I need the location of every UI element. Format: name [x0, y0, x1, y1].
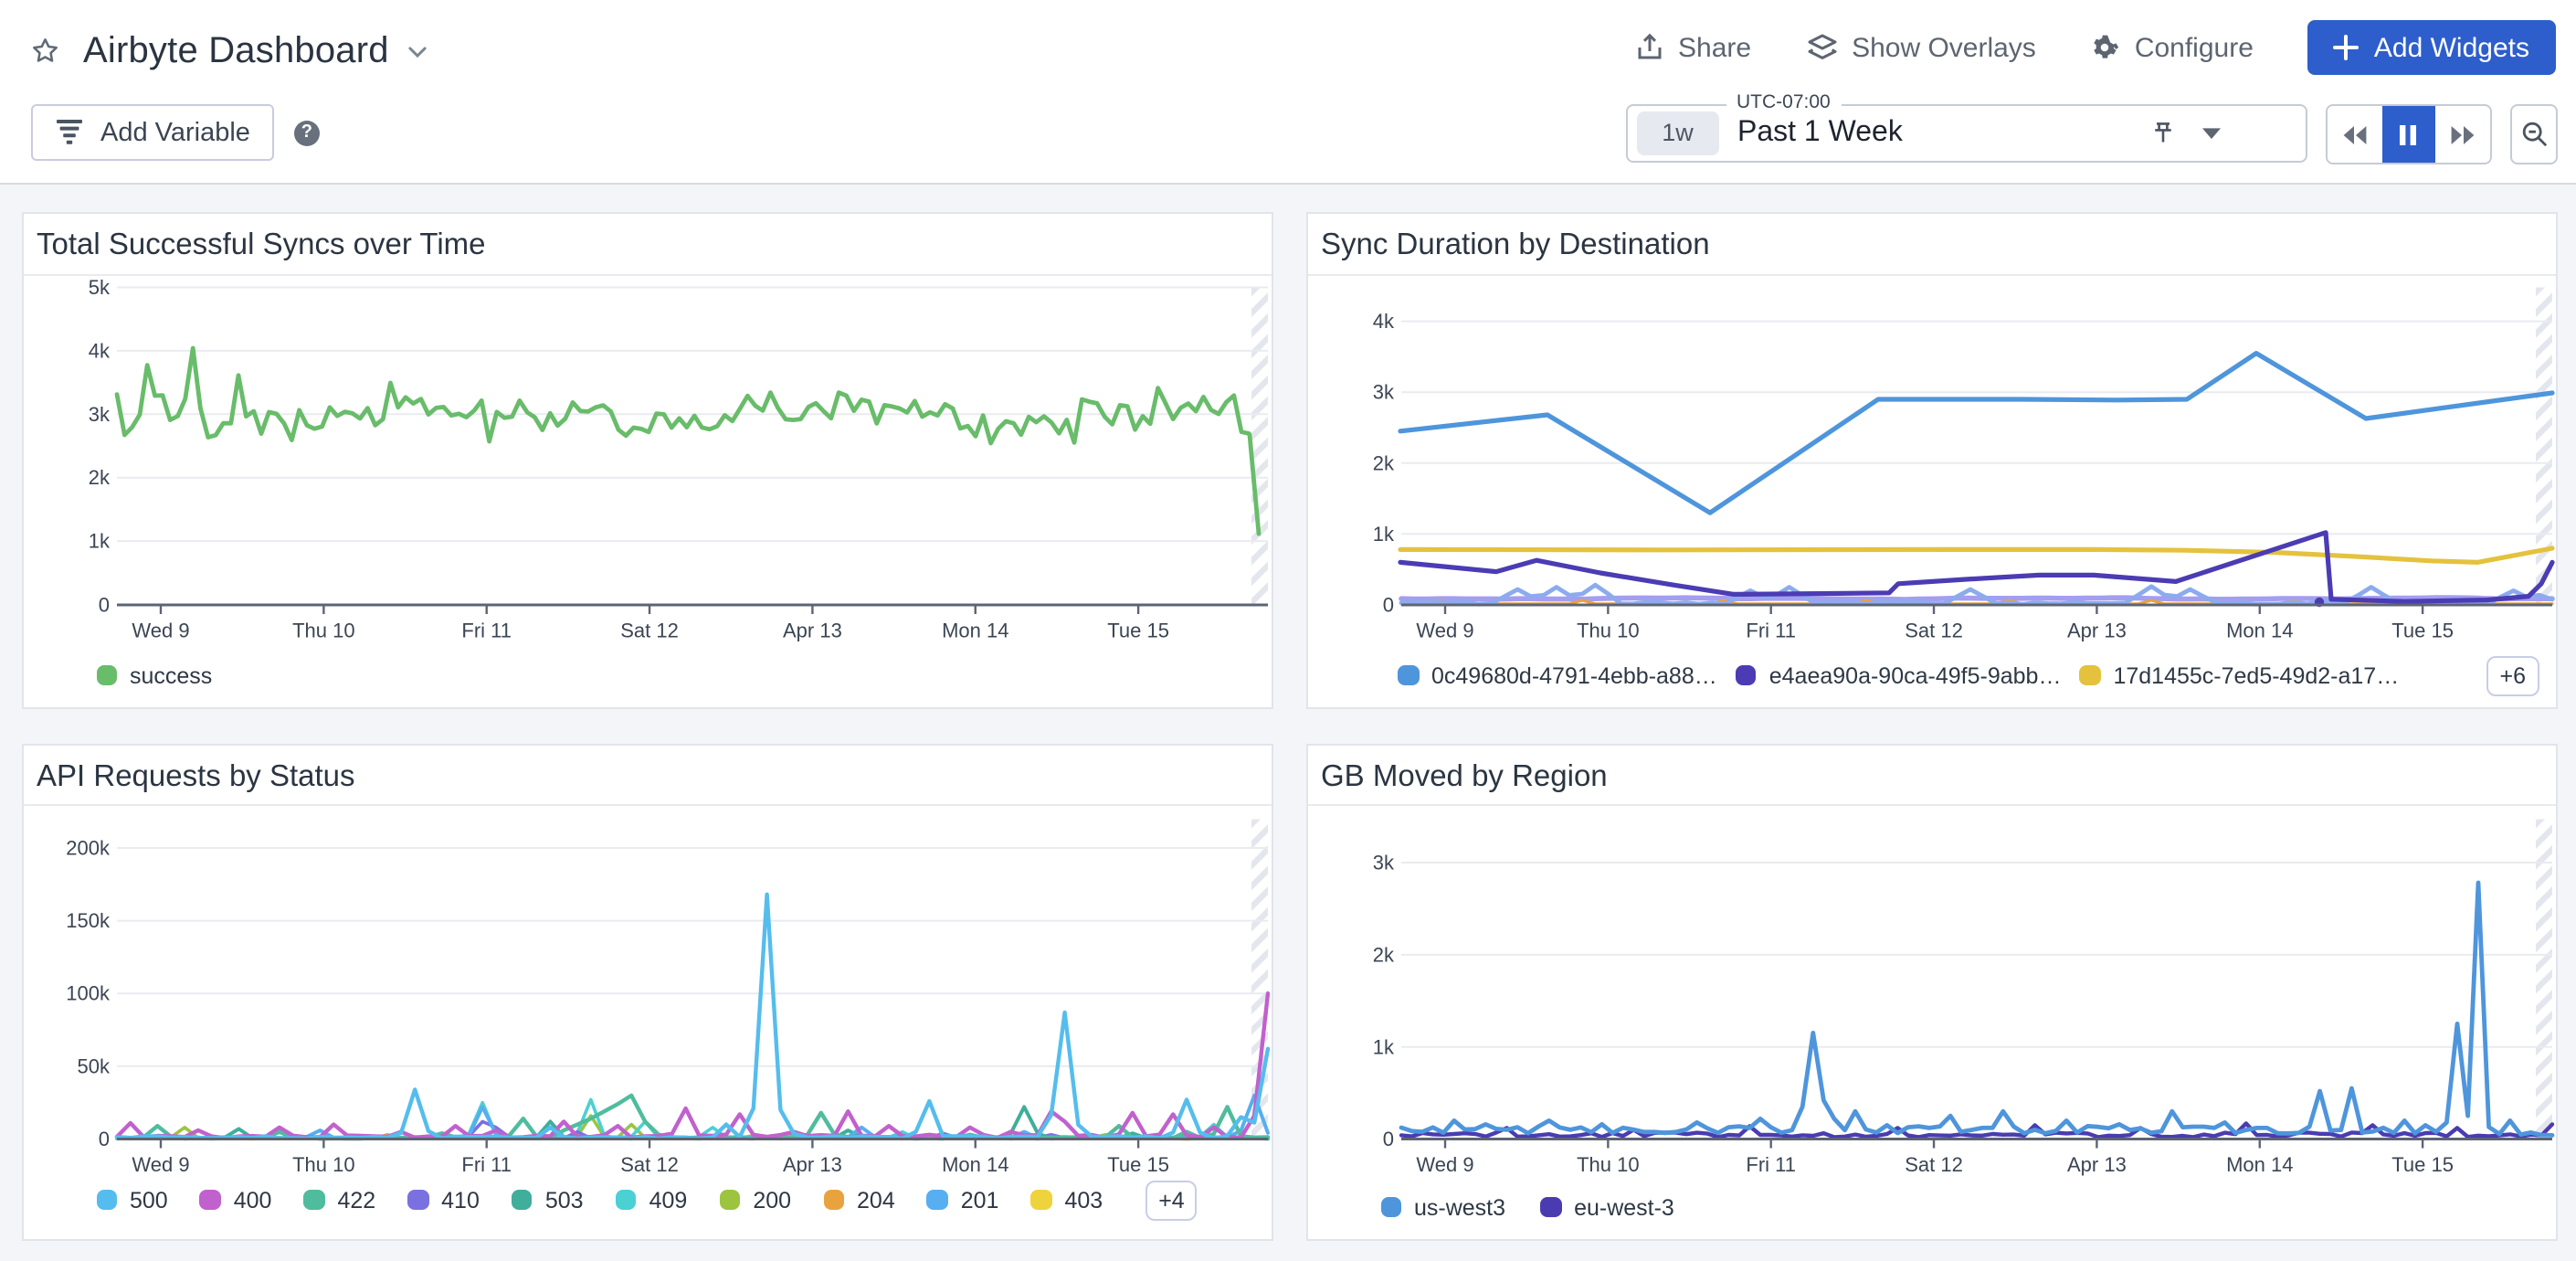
svg-text:Tue 15: Tue 15: [1106, 620, 1168, 642]
svg-text:Apr 13: Apr 13: [782, 1152, 841, 1175]
svg-text:0: 0: [1382, 1127, 1393, 1150]
svg-text:Fri 11: Fri 11: [1745, 620, 1795, 642]
svg-text:Wed 9: Wed 9: [131, 1152, 188, 1175]
svg-text:4k: 4k: [88, 339, 110, 362]
svg-text:2k: 2k: [1372, 942, 1394, 965]
svg-text:Apr 13: Apr 13: [2066, 620, 2126, 642]
svg-text:3k: 3k: [1372, 851, 1394, 874]
svg-text:Thu 10: Thu 10: [1576, 620, 1639, 642]
svg-text:Thu 10: Thu 10: [1576, 1152, 1639, 1175]
svg-text:1k: 1k: [88, 530, 110, 553]
svg-text:0: 0: [98, 594, 109, 617]
svg-text:0: 0: [98, 1127, 109, 1150]
svg-text:5k: 5k: [88, 276, 110, 299]
svg-text:Mon 14: Mon 14: [941, 620, 1008, 642]
svg-text:Apr 13: Apr 13: [782, 620, 841, 642]
svg-text:150k: 150k: [65, 908, 110, 931]
svg-text:Mon 14: Mon 14: [2225, 620, 2292, 642]
svg-text:2k: 2k: [1372, 451, 1394, 474]
svg-text:Thu 10: Thu 10: [291, 1152, 354, 1175]
svg-text:3k: 3k: [88, 403, 110, 426]
svg-text:Sat 12: Sat 12: [1904, 620, 1962, 642]
svg-text:Mon 14: Mon 14: [2225, 1152, 2292, 1175]
svg-text:Fri 11: Fri 11: [1745, 1152, 1795, 1175]
svg-text:3k: 3k: [1372, 381, 1394, 404]
svg-text:200k: 200k: [65, 836, 110, 859]
svg-text:Sat 12: Sat 12: [619, 620, 678, 642]
svg-text:Tue 15: Tue 15: [2391, 620, 2453, 642]
svg-text:Tue 15: Tue 15: [2391, 1152, 2453, 1175]
svg-text:50k: 50k: [77, 1054, 110, 1076]
svg-text:Tue 15: Tue 15: [1106, 1152, 1168, 1175]
svg-text:1k: 1k: [1372, 1034, 1394, 1057]
svg-text:Wed 9: Wed 9: [1415, 1152, 1473, 1175]
svg-text:Sat 12: Sat 12: [1904, 1152, 1962, 1175]
svg-text:Fri 11: Fri 11: [460, 620, 511, 642]
svg-text:Thu 10: Thu 10: [291, 620, 354, 642]
svg-text:Wed 9: Wed 9: [131, 620, 188, 642]
svg-text:Mon 14: Mon 14: [941, 1152, 1008, 1175]
svg-text:Apr 13: Apr 13: [2066, 1152, 2126, 1175]
svg-text:Fri 11: Fri 11: [460, 1152, 511, 1175]
svg-text:100k: 100k: [65, 981, 110, 1004]
svg-text:0: 0: [1382, 594, 1393, 617]
svg-text:2k: 2k: [88, 466, 110, 489]
svg-text:1k: 1k: [1372, 523, 1394, 546]
svg-text:4k: 4k: [1372, 310, 1394, 333]
svg-text:Sat 12: Sat 12: [619, 1152, 678, 1175]
svg-text:Wed 9: Wed 9: [1415, 620, 1473, 642]
